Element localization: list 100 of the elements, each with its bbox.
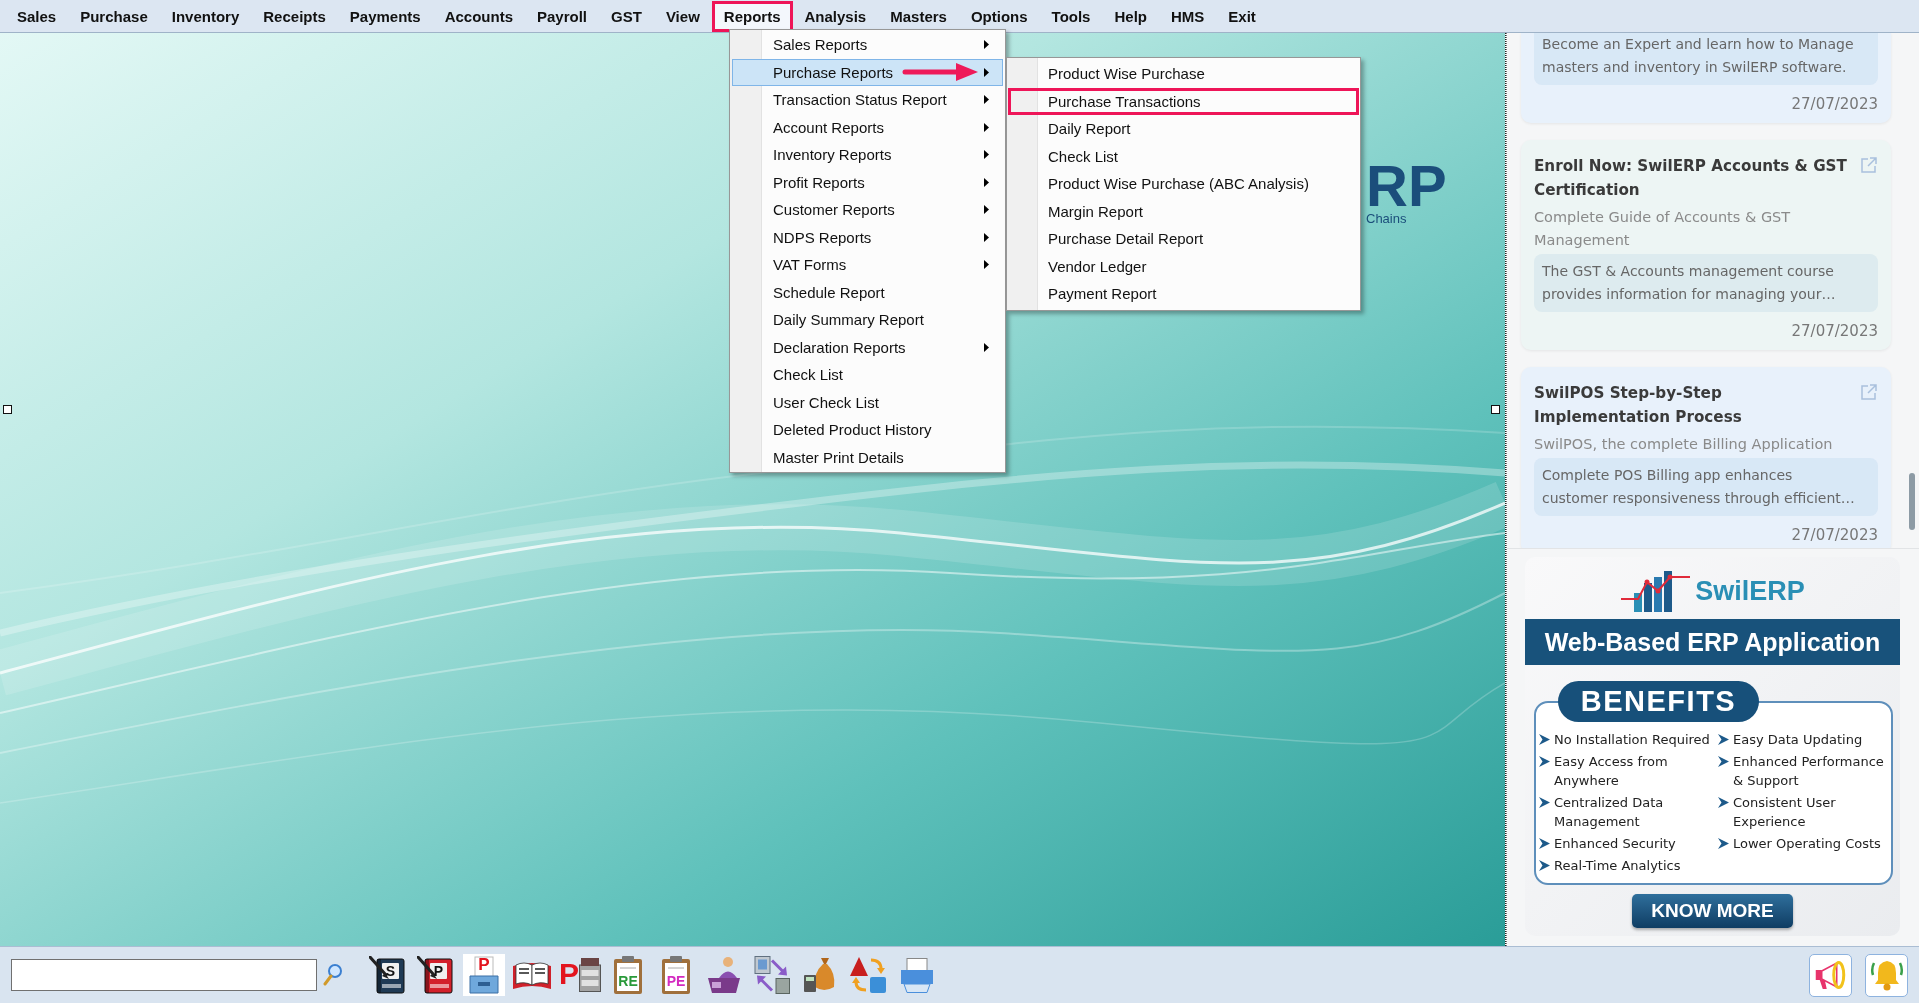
chevron-icon [1539, 860, 1550, 871]
menu-bar-item[interactable]: Options [958, 1, 1040, 32]
toolbar-button[interactable]: P [463, 954, 505, 996]
section-heading: BENEFITS [1558, 681, 1759, 722]
card-date: 27/07/2023 [1790, 321, 1878, 342]
menu-bar-item[interactable]: Analysis [792, 1, 879, 32]
menu-item[interactable]: Sales Reports [732, 31, 1003, 59]
printer-icon [899, 957, 933, 993]
menu-bar-item[interactable]: View [653, 1, 712, 32]
news-card[interactable]: Enroll Now: SwilERP Accounts & GST Certification Complete Guide of Accounts & GST Management The GST & Accounts management course provides information for managing your… 27/07/2023 [1521, 140, 1891, 350]
chevron-icon [1539, 797, 1550, 808]
news-card[interactable]: SwilPOS Step-by-Step Implementation Process SwilPOS, the complete Billing Application Complete POS Billing app enhances customer responsiveness through efficient… 27/07/2023 [1521, 367, 1891, 548]
card-date: 27/07/2023 [1790, 94, 1878, 115]
news-card[interactable]: Become an Expert and learn how to Manage masters and inventory in SwilERP software. 27/07/2023 [1521, 33, 1891, 123]
brand-logo-text: SwilERP [1695, 575, 1805, 607]
card-subtitle: Complete Guide of Accounts & GST Management [1534, 208, 1792, 250]
card-description: The GST & Accounts management course provides information for managing your… [1534, 254, 1878, 312]
submenu-item[interactable]: Payment Report [1008, 280, 1359, 308]
toolbar-button[interactable]: P [559, 954, 601, 996]
menu-item[interactable]: Daily Summary Report [732, 306, 1003, 334]
benefit-text: No Installation Required [1554, 731, 1710, 749]
menu-item[interactable]: Deleted Product History [732, 416, 1003, 444]
shapes-cycle-icon [850, 957, 886, 993]
clipboard-icon [662, 956, 690, 994]
announcements-button[interactable] [1809, 953, 1852, 997]
cashier-icon [708, 957, 740, 993]
menu-bar-item[interactable]: GST [599, 1, 654, 32]
chevron-icon [1718, 797, 1729, 808]
menu-item[interactable]: Declaration Reports [732, 333, 1003, 361]
card-description: Become an Expert and learn how to Manage masters and inventory in SwilERP software. [1534, 33, 1878, 85]
toolbar-button[interactable]: PE [655, 954, 697, 996]
card-title: Enroll Now: SwilERP Accounts & GST Certification [1534, 156, 1848, 201]
chevron-icon [1539, 756, 1550, 767]
menu-item[interactable]: Transaction Status Report [732, 86, 1003, 114]
resize-handle-icon[interactable] [1491, 405, 1500, 414]
benefit-text: Enhanced Performance & Support [1733, 753, 1885, 790]
chevron-icon [1539, 734, 1550, 745]
menu-item[interactable]: Purchase Reports [732, 58, 1003, 86]
menu-bar-item[interactable]: Sales [5, 1, 69, 32]
menu-bar-item[interactable]: Inventory [159, 1, 252, 32]
menu-bar-item[interactable]: Accounts [432, 1, 525, 32]
benefit-text: Lower Operating Costs [1733, 835, 1881, 853]
submenu-item[interactable]: Product Wise Purchase [1008, 60, 1359, 88]
know-more-button[interactable]: KNOW MORE [1632, 894, 1793, 928]
menu-item[interactable]: NDPS Reports [732, 223, 1003, 251]
benefit-text: Real-Time Analytics [1554, 857, 1681, 875]
transfer-arrows-icon [754, 955, 790, 995]
submenu-item[interactable]: Check List [1008, 142, 1359, 170]
submenu-item[interactable]: Daily Report [1008, 115, 1359, 143]
menu-item[interactable]: User Check List [732, 388, 1003, 416]
menu-bar-item[interactable]: HMS [1159, 1, 1217, 32]
menu-item[interactable]: Schedule Report [732, 278, 1003, 306]
submenu-item[interactable]: Vendor Ledger [1008, 252, 1359, 280]
bell-icon [1869, 959, 1904, 991]
chevron-icon [1539, 838, 1550, 849]
menu-bar-item[interactable]: Reports [711, 1, 793, 32]
menu-item[interactable]: Customer Reports [732, 196, 1003, 224]
submenu-item[interactable]: Purchase Transactions [1008, 87, 1359, 115]
card-date: 27/07/2023 [1790, 525, 1878, 546]
toolbar-button[interactable] [751, 954, 793, 996]
menu-item[interactable]: Account Reports [732, 113, 1003, 141]
benefit-text: Consistent User Experience [1733, 794, 1837, 831]
toolbar-button[interactable]: P [415, 954, 457, 996]
resize-handle-icon[interactable] [3, 405, 12, 414]
menu-item[interactable]: VAT Forms [732, 251, 1003, 279]
scrollbar-thumb[interactable] [1909, 473, 1915, 530]
menu-item[interactable]: Check List [732, 361, 1003, 389]
toolbar-button[interactable]: S [367, 954, 409, 996]
card-description: Complete POS Billing app enhances customer responsiveness through efficient… [1534, 458, 1878, 516]
menu-bar-item[interactable]: Help [1102, 1, 1159, 32]
benefit-text: Easy Data Updating [1733, 731, 1863, 749]
submenu-item[interactable]: Margin Report [1008, 197, 1359, 225]
menu-bar-item[interactable]: Masters [878, 1, 959, 32]
menu-bar-item[interactable]: Purchase [68, 1, 160, 32]
benefit-text: Centralized Data Management [1554, 794, 1665, 831]
chevron-icon [1718, 756, 1729, 767]
menu-item[interactable]: Master Print Details [732, 443, 1003, 471]
menu-bar-item[interactable]: Exit [1216, 1, 1268, 32]
toolbar-button[interactable]: RE [607, 954, 649, 996]
menu-item[interactable]: Profit Reports [732, 168, 1003, 196]
menu-bar-item[interactable]: Payroll [525, 1, 600, 32]
benefit-text: Easy Access from Anywhere [1554, 753, 1669, 790]
chevron-icon [1718, 734, 1729, 745]
menu-bar-item[interactable]: Tools [1039, 1, 1103, 32]
card-title: SwilPOS Step-by-Step Implementation Process [1534, 383, 1743, 428]
bar-chart-logo-icon [1620, 569, 1693, 613]
chevron-icon [1718, 838, 1729, 849]
menu-bar-item[interactable]: Payments [337, 1, 433, 32]
card-subtitle: SwilPOS, the complete Billing Application [1534, 435, 1834, 454]
banner-headline: Web-Based ERP Application [1525, 619, 1900, 665]
submenu-item[interactable]: Purchase Detail Report [1008, 225, 1359, 253]
benefit-text: Enhanced Security [1554, 835, 1676, 853]
submenu-item[interactable]: Product Wise Purchase (ABC Analysis) [1008, 170, 1359, 198]
notifications-button[interactable] [1865, 953, 1908, 997]
machine-icon [579, 958, 601, 992]
menu-item[interactable]: Inventory Reports [732, 141, 1003, 169]
megaphone-icon [1815, 960, 1846, 990]
search-icon[interactable] [323, 962, 343, 988]
search-field[interactable] [11, 959, 317, 991]
menu-bar-item[interactable]: Receipts [251, 1, 338, 32]
